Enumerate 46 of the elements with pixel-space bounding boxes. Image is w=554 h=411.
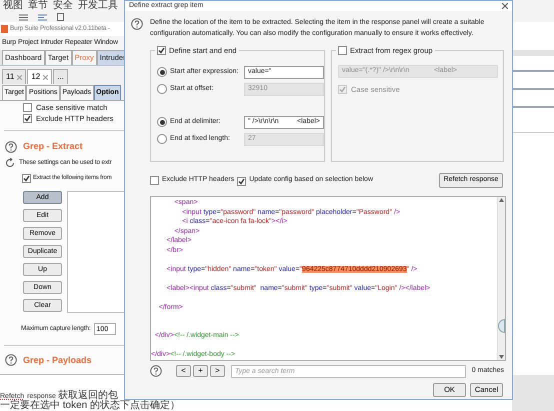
tab-label: ... xyxy=(57,71,64,83)
attack-tab[interactable]: 12 xyxy=(27,69,52,84)
radio-button[interactable] xyxy=(157,67,167,77)
scrollbar[interactable] xyxy=(497,197,505,360)
checkbox[interactable] xyxy=(338,85,347,94)
help-icon[interactable] xyxy=(5,140,17,153)
square-icon[interactable] xyxy=(57,13,64,21)
list-icon[interactable] xyxy=(38,14,47,20)
checkbox[interactable] xyxy=(157,46,166,56)
refresh-icon[interactable] xyxy=(5,158,15,168)
close-icon[interactable] xyxy=(502,3,508,9)
help-icon[interactable] xyxy=(150,365,162,377)
section-title: Grep - Payloads xyxy=(23,354,92,367)
search-nav-button[interactable]: + xyxy=(192,365,208,377)
browser-menu-item[interactable]: 视图 xyxy=(3,1,23,11)
checkbox[interactable] xyxy=(237,176,246,186)
tab-label: 11 xyxy=(6,71,14,83)
help-icon[interactable] xyxy=(5,354,17,366)
checkmark-icon xyxy=(339,86,346,94)
radio-button[interactable] xyxy=(157,84,167,94)
checkmark-icon xyxy=(24,115,31,122)
note-text: 一定要在选中 token 的状态下点击确定） xyxy=(0,401,180,411)
attack-tab[interactable]: 11 xyxy=(2,69,26,84)
radio-button[interactable] xyxy=(157,117,167,127)
checkmark-icon xyxy=(158,47,165,54)
scroll-up-icon[interactable] xyxy=(499,198,504,202)
menu-icon[interactable] xyxy=(19,14,28,20)
scroll-thumb[interactable] xyxy=(498,319,505,333)
tab-label: 12 xyxy=(31,71,40,83)
search-nav-button[interactable]: > xyxy=(210,365,225,377)
help-icon[interactable] xyxy=(131,18,143,30)
checkbox[interactable] xyxy=(23,103,32,112)
search-nav-button[interactable]: < xyxy=(176,365,191,377)
radio-button[interactable] xyxy=(157,134,167,144)
attack-tab[interactable]: ... xyxy=(53,69,68,84)
app-logo-icon xyxy=(1,25,8,33)
section-title: Grep - Extract xyxy=(23,140,83,153)
checkbox[interactable] xyxy=(150,176,159,185)
response-panel[interactable] xyxy=(150,196,506,361)
checkbox[interactable] xyxy=(338,46,347,56)
checkmark-icon xyxy=(23,174,30,182)
browser-menu-item[interactable]: 开发工具 xyxy=(78,1,118,11)
checkmark-icon xyxy=(238,178,246,184)
scroll-down-icon[interactable] xyxy=(499,355,504,359)
checkbox[interactable] xyxy=(23,114,32,123)
checkbox[interactable] xyxy=(22,174,31,182)
